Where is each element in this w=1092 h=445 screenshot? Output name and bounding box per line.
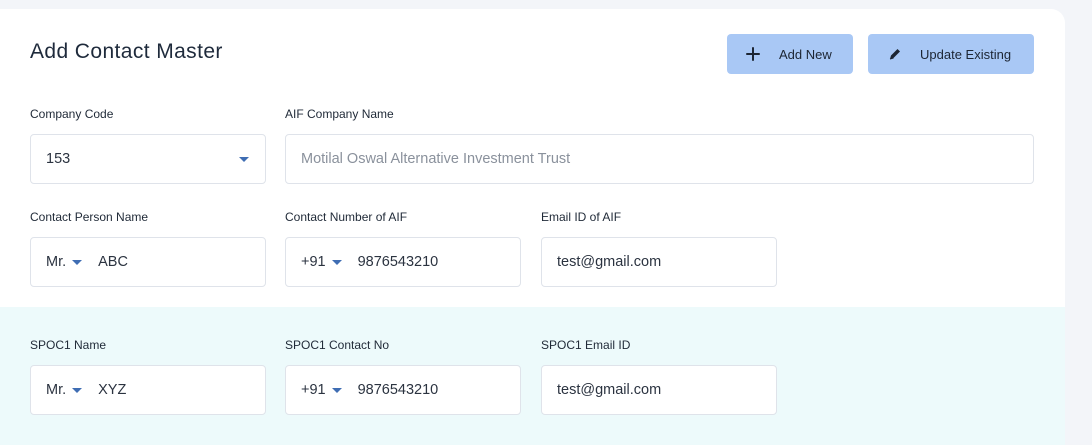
spoc1-country-code-value: +91 xyxy=(301,382,326,398)
caret-down-icon xyxy=(331,387,342,393)
country-code-value: +91 xyxy=(301,254,326,270)
spoc1-salutation-select[interactable]: Mr. xyxy=(46,382,83,398)
email-id-field[interactable]: test@gmail.com xyxy=(541,237,777,287)
spoc1-contact-label: SPOC1 Contact No xyxy=(285,338,390,352)
spoc1-name-field[interactable]: Mr. XYZ xyxy=(30,365,266,415)
spoc1-name-value: XYZ xyxy=(98,382,127,398)
spoc1-email-field[interactable]: test@gmail.com xyxy=(541,365,777,415)
salutation-select[interactable]: Mr. xyxy=(46,254,83,270)
email-id-label: Email ID of AIF xyxy=(541,210,622,224)
spoc1-contact-field[interactable]: +91 9876543210 xyxy=(285,365,521,415)
caret-down-icon xyxy=(72,387,83,393)
company-code-select[interactable]: 153 xyxy=(30,134,266,184)
spoc1-email-label: SPOC1 Email ID xyxy=(541,338,631,352)
contact-number-value: 9876543210 xyxy=(357,254,439,270)
email-id-value: test@gmail.com xyxy=(557,254,662,270)
caret-down-icon xyxy=(72,259,83,265)
contact-number-label: Contact Number of AIF xyxy=(285,210,408,224)
contact-number-field[interactable]: +91 9876543210 xyxy=(285,237,521,287)
aif-company-name-value: Motilal Oswal Alternative Investment Tru… xyxy=(301,151,571,167)
page-title: Add Contact Master xyxy=(30,40,223,63)
spoc1-email-value: test@gmail.com xyxy=(557,382,662,398)
country-code-select[interactable]: +91 xyxy=(301,254,342,270)
plus-icon xyxy=(745,46,761,62)
spoc1-salutation-value: Mr. xyxy=(46,382,67,398)
caret-down-icon xyxy=(239,157,249,162)
contact-master-card: Add Contact Master Add New Update Existi… xyxy=(0,9,1065,445)
add-new-button[interactable]: Add New xyxy=(727,34,853,74)
update-existing-label: Update Existing xyxy=(920,46,1012,62)
spoc1-contact-value: 9876543210 xyxy=(357,382,439,398)
salutation-value: Mr. xyxy=(46,254,67,270)
company-code-value: 153 xyxy=(46,151,71,167)
pencil-icon xyxy=(887,46,903,62)
update-existing-button[interactable]: Update Existing xyxy=(868,34,1034,74)
contact-person-name-value: ABC xyxy=(98,254,128,270)
company-code-label: Company Code xyxy=(30,107,114,121)
contact-person-name-field[interactable]: Mr. ABC xyxy=(30,237,266,287)
spoc1-name-label: SPOC1 Name xyxy=(30,338,107,352)
contact-person-name-label: Contact Person Name xyxy=(30,210,149,224)
aif-company-name-field[interactable]: Motilal Oswal Alternative Investment Tru… xyxy=(285,134,1034,184)
aif-company-name-label: AIF Company Name xyxy=(285,107,394,121)
add-new-label: Add New xyxy=(779,46,832,62)
caret-down-icon xyxy=(331,259,342,265)
spoc1-country-code-select[interactable]: +91 xyxy=(301,382,342,398)
